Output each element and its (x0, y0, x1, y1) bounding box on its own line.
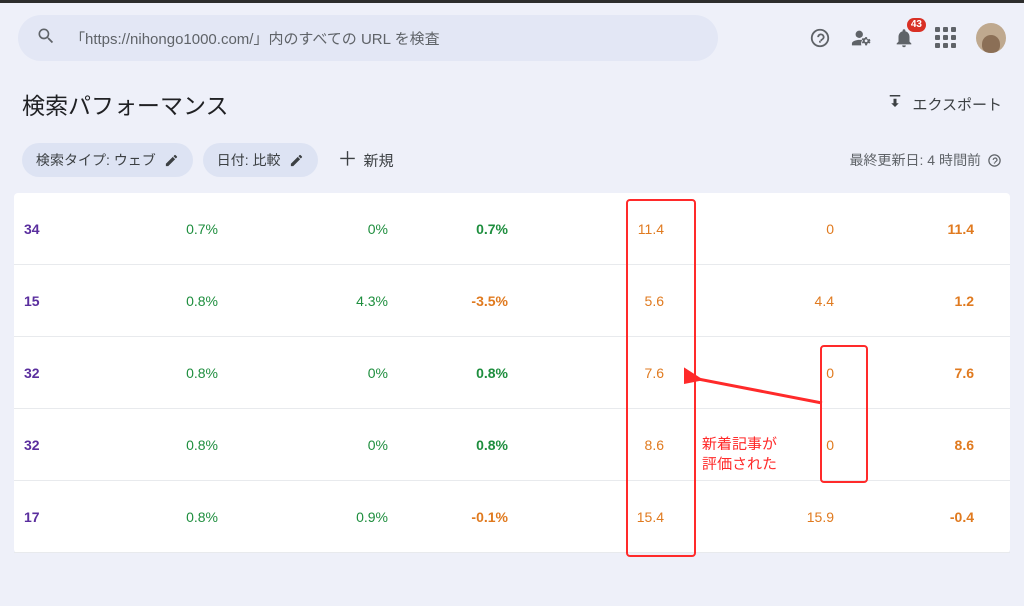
chip-date[interactable]: 日付: 比較 (203, 143, 318, 177)
cell-ctr2: 0% (218, 365, 388, 381)
chip-add-new[interactable]: ＋ 新規 (328, 144, 404, 177)
top-actions: 43 (808, 23, 1006, 53)
cell-ctr2: 4.3% (218, 293, 388, 309)
apps-launcher-button[interactable] (934, 26, 958, 50)
chip-search-type-label: 検索タイプ: ウェブ (36, 150, 156, 170)
export-label: エクスポート (912, 94, 1002, 115)
cell-pos1: 11.4 (508, 221, 678, 237)
notifications-button[interactable]: 43 (892, 26, 916, 50)
cell-pos1: 15.4 (508, 509, 678, 525)
last-updated-text: 最終更新日: 4 時間前 (850, 150, 981, 170)
settings-users-button[interactable] (850, 26, 874, 50)
cell-clicks: 15 (20, 293, 88, 309)
cell-pos2: 15.9 (678, 509, 848, 525)
cell-pos1: 7.6 (508, 365, 678, 381)
export-button[interactable]: エクスポート (886, 94, 1002, 115)
cell-ctr1: 0.8% (88, 437, 218, 453)
cell-ctr1: 0.7% (88, 221, 218, 237)
table-row[interactable]: 32 0.8% 0% 0.8% 8.6 0 8.6 (14, 409, 1010, 481)
cell-pos2: 0 (678, 437, 848, 453)
cell-ctr-diff: 0.7% (388, 221, 508, 237)
help-outline-icon (987, 153, 1002, 168)
cell-ctr-diff: 0.8% (388, 365, 508, 381)
cell-clicks: 32 (20, 365, 88, 381)
search-icon (36, 26, 56, 51)
url-search-box[interactable]: 「https://nihongo1000.com/」内のすべての URL を検査 (18, 15, 718, 61)
performance-table: 34 0.7% 0% 0.7% 11.4 0 11.4 15 0.8% 4.3%… (14, 193, 1010, 553)
table-row[interactable]: 17 0.8% 0.9% -0.1% 15.4 15.9 -0.4 (14, 481, 1010, 553)
chip-add-label: 新規 (364, 150, 394, 171)
plus-icon: ＋ (338, 150, 358, 170)
cell-pos2: 4.4 (678, 293, 848, 309)
cell-ctr-diff: 0.8% (388, 437, 508, 453)
cell-ctr1: 0.8% (88, 509, 218, 525)
cell-ctr2: 0% (218, 437, 388, 453)
cell-pos1: 8.6 (508, 437, 678, 453)
help-button[interactable] (808, 26, 832, 50)
cell-ctr-diff: -3.5% (388, 293, 508, 309)
chip-date-label: 日付: 比較 (217, 150, 281, 170)
table-row[interactable]: 34 0.7% 0% 0.7% 11.4 0 11.4 (14, 193, 1010, 265)
cell-pos-diff: 8.6 (848, 437, 978, 453)
cell-ctr2: 0.9% (218, 509, 388, 525)
cell-clicks: 32 (20, 437, 88, 453)
table-row[interactable]: 32 0.8% 0% 0.8% 7.6 0 7.6 (14, 337, 1010, 409)
table-row[interactable]: 15 0.8% 4.3% -3.5% 5.6 4.4 1.2 (14, 265, 1010, 337)
cell-ctr-diff: -0.1% (388, 509, 508, 525)
page-title: 検索パフォーマンス (22, 87, 229, 121)
topbar: 「https://nihongo1000.com/」内のすべての URL を検査… (0, 3, 1024, 69)
last-updated: 最終更新日: 4 時間前 (850, 150, 1002, 170)
cell-ctr1: 0.8% (88, 293, 218, 309)
cell-ctr2: 0% (218, 221, 388, 237)
cell-clicks: 34 (20, 221, 88, 237)
pencil-icon (164, 153, 179, 168)
cell-clicks: 17 (20, 509, 88, 525)
cell-pos2: 0 (678, 221, 848, 237)
title-row: 検索パフォーマンス エクスポート (0, 69, 1024, 135)
cell-pos-diff: 1.2 (848, 293, 978, 309)
apps-grid-icon (935, 27, 957, 49)
cell-pos-diff: -0.4 (848, 509, 978, 525)
search-placeholder-text: 「https://nihongo1000.com/」内のすべての URL を検査 (70, 28, 440, 49)
cell-pos-diff: 11.4 (848, 221, 978, 237)
cell-pos1: 5.6 (508, 293, 678, 309)
filter-chips-row: 検索タイプ: ウェブ 日付: 比較 ＋ 新規 最終更新日: 4 時間前 (0, 135, 1024, 193)
pencil-icon (289, 153, 304, 168)
chip-search-type[interactable]: 検索タイプ: ウェブ (22, 143, 193, 177)
download-icon (886, 95, 904, 113)
cell-pos2: 0 (678, 365, 848, 381)
account-avatar[interactable] (976, 23, 1006, 53)
cell-ctr1: 0.8% (88, 365, 218, 381)
cell-pos-diff: 7.6 (848, 365, 978, 381)
notification-badge: 43 (907, 18, 926, 32)
